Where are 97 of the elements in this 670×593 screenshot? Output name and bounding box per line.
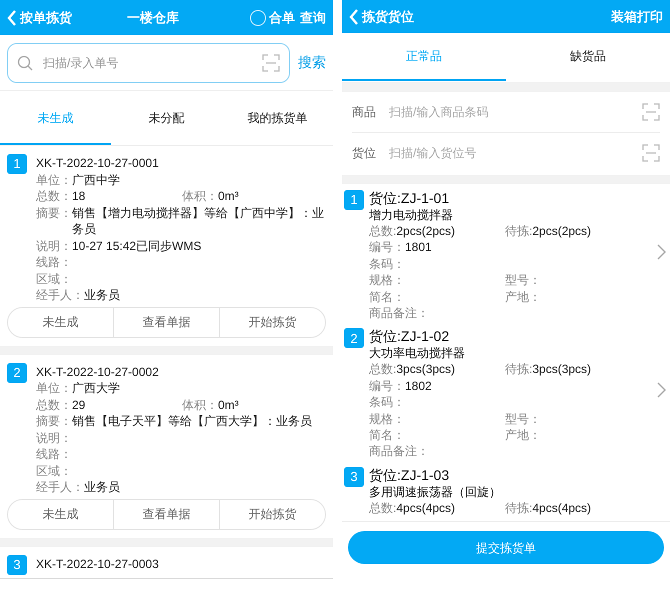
field-label: 规格： bbox=[369, 410, 405, 428]
field-label: 商品 bbox=[352, 104, 376, 121]
number-badge: 1 bbox=[7, 154, 27, 174]
order-number: XK-T-2022-10-27-0002 bbox=[36, 364, 160, 380]
field-value: 业务员 bbox=[84, 479, 120, 496]
action-button[interactable]: 未生成 bbox=[8, 308, 113, 336]
back-label: 按单拣货 bbox=[20, 8, 72, 27]
field-value: 3pcs(3pcs) bbox=[396, 361, 456, 378]
number-badge: 3 bbox=[344, 466, 364, 487]
field-value: 3pcs(3pcs) bbox=[532, 361, 592, 378]
number-badge: 2 bbox=[344, 328, 364, 348]
field-label: 说明： bbox=[36, 430, 72, 446]
action-button[interactable]: 未生成 bbox=[8, 500, 113, 528]
field-label: 商品备注： bbox=[369, 305, 429, 322]
field-label: 型号： bbox=[505, 410, 541, 428]
field-value: 1802 bbox=[405, 378, 432, 394]
search-button[interactable]: 搜索 bbox=[298, 52, 326, 73]
field-label: 规格： bbox=[369, 272, 405, 289]
field-label: 总数: bbox=[369, 500, 396, 516]
field-label: 条码： bbox=[369, 394, 405, 411]
location-title: 货位:ZJ-1-03 bbox=[369, 466, 450, 484]
back-icon bbox=[349, 8, 359, 24]
field-label: 总数： bbox=[36, 188, 72, 204]
field-label: 商品备注： bbox=[369, 443, 429, 460]
field-label: 经手人： bbox=[36, 479, 84, 496]
input-field[interactable]: 扫描/输入商品条码 bbox=[389, 103, 629, 121]
field-label: 型号： bbox=[505, 272, 541, 289]
scan-icon bbox=[642, 103, 660, 121]
field-value: 4pcs(4pcs) bbox=[532, 500, 592, 516]
product-name: 多用调速振荡器（回旋） bbox=[369, 484, 502, 500]
field-value: 广西大学 bbox=[72, 380, 120, 396]
field-value: 销售【电子天平】等给【广西大学】：业务员 bbox=[72, 413, 312, 430]
tab[interactable]: 我的拣货单 bbox=[222, 92, 333, 145]
field-value: 10-27 15:42已同步WMS bbox=[72, 238, 202, 254]
product-name: 大功率电动搅拌器 bbox=[369, 345, 466, 362]
field-value: 29 bbox=[72, 396, 86, 413]
field-label: 区域： bbox=[36, 270, 72, 287]
field-label: 简名： bbox=[369, 427, 405, 444]
field-label: 货位 bbox=[352, 144, 376, 162]
field-label: 单位： bbox=[36, 172, 72, 188]
back-icon bbox=[7, 10, 17, 26]
location-title: 货位:ZJ-1-01 bbox=[369, 189, 450, 207]
search-bar[interactable]: 扫描/录入单号 bbox=[7, 42, 290, 82]
action-button[interactable]: 开始拣货 bbox=[219, 308, 325, 336]
field-label: 摘要： bbox=[36, 204, 72, 222]
merge-radio[interactable] bbox=[250, 10, 266, 26]
field-value: 0m³ bbox=[218, 188, 239, 204]
number-badge: 1 bbox=[344, 190, 364, 210]
search-icon bbox=[17, 54, 33, 70]
field-label: 条码： bbox=[369, 256, 405, 272]
product-name: 增力电动搅拌器 bbox=[369, 207, 454, 223]
field-label: 总数: bbox=[369, 223, 396, 240]
field-label: 线路： bbox=[36, 446, 72, 462]
field-label: 产地： bbox=[505, 288, 541, 306]
order-number: XK-T-2022-10-27-0001 bbox=[36, 155, 160, 172]
location-title: 货位:ZJ-1-02 bbox=[369, 327, 450, 346]
field-value: 4pcs(4pcs) bbox=[396, 500, 456, 516]
field-label: 线路： bbox=[36, 254, 72, 270]
action-button[interactable]: 查看单据 bbox=[113, 308, 219, 336]
field-label: 说明： bbox=[36, 238, 72, 254]
field-value: 广西中学 bbox=[72, 172, 120, 188]
field-label: 摘要： bbox=[36, 413, 72, 430]
field-label: 单位： bbox=[36, 380, 72, 396]
tab[interactable]: 缺货品 bbox=[506, 33, 670, 81]
order-number: XK-T-2022-10-27-0003 bbox=[36, 556, 160, 572]
field-label: 区域： bbox=[36, 462, 72, 479]
input-field[interactable]: 扫描/输入货位号 bbox=[389, 144, 629, 162]
field-label: 总数： bbox=[36, 396, 72, 413]
field-label: 体积： bbox=[182, 188, 218, 204]
field-label: 编号： bbox=[369, 239, 405, 256]
field-label: 编号： bbox=[369, 378, 405, 394]
chevron-right-icon bbox=[657, 244, 666, 260]
tab[interactable]: 未分配 bbox=[111, 92, 222, 145]
field-value: 业务员 bbox=[84, 287, 120, 304]
field-label: 简名： bbox=[369, 288, 405, 306]
field-value: 销售【增力电动搅拌器】等给【广西中学】：业务员 bbox=[72, 204, 325, 238]
field-label: 总数: bbox=[369, 361, 396, 378]
field-value: 2pcs(2pcs) bbox=[532, 223, 592, 240]
field-value: 0m³ bbox=[218, 396, 239, 413]
scan-icon bbox=[262, 54, 280, 72]
number-badge: 3 bbox=[7, 554, 27, 574]
field-label: 待拣: bbox=[505, 223, 532, 240]
search-field[interactable]: 扫描/录入单号 bbox=[43, 54, 252, 72]
action-button[interactable]: 开始拣货 bbox=[219, 500, 325, 528]
field-label: 待拣: bbox=[505, 500, 532, 516]
field-label: 体积： bbox=[182, 396, 218, 413]
screen-title: 一楼仓库 bbox=[127, 8, 180, 27]
field-label: 待拣: bbox=[505, 361, 532, 378]
field-value: 1801 bbox=[405, 239, 432, 256]
action-button[interactable]: 查看单据 bbox=[113, 500, 219, 528]
field-value: 18 bbox=[72, 188, 86, 204]
field-label: 产地： bbox=[505, 427, 541, 444]
scan-icon bbox=[642, 144, 660, 162]
number-badge: 2 bbox=[7, 362, 27, 382]
field-label: 经手人： bbox=[36, 287, 84, 304]
field-value: 2pcs(2pcs) bbox=[396, 223, 456, 240]
chevron-right-icon bbox=[657, 382, 666, 398]
